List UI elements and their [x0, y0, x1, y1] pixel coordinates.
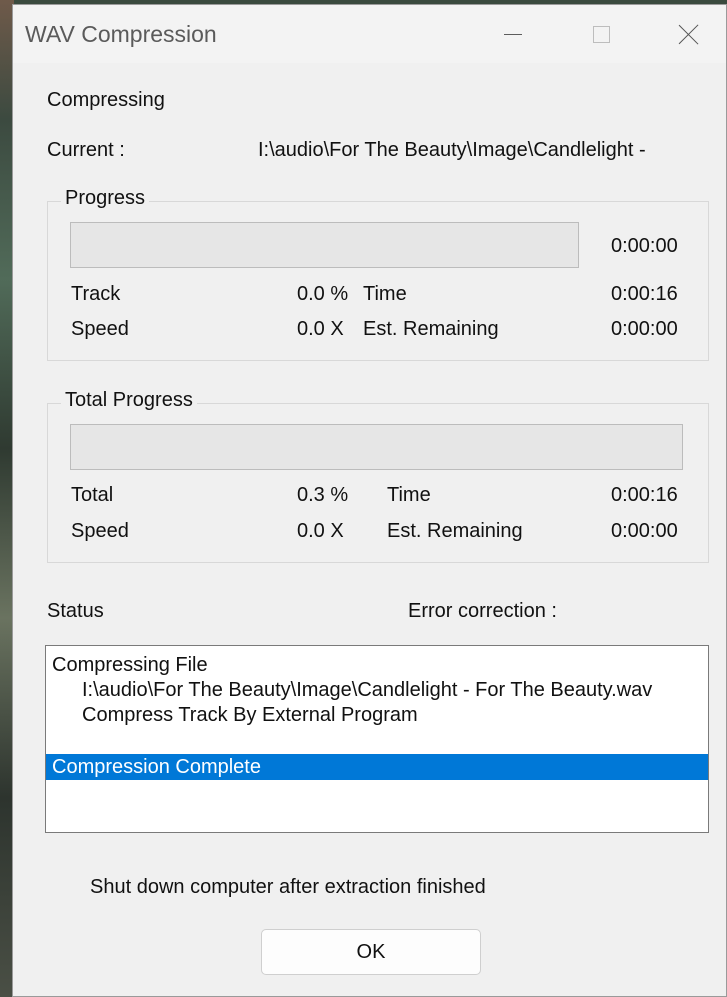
status-label: Status — [47, 600, 104, 622]
log-line-selected[interactable]: Compression Complete — [46, 754, 708, 780]
log-line[interactable]: Compress Track By External Program — [82, 702, 418, 728]
maximize-button[interactable] — [569, 5, 633, 63]
title-bar[interactable]: WAV Compression — [13, 5, 726, 63]
status-log-listbox[interactable]: Compressing File I:\audio\For The Beauty… — [45, 645, 709, 833]
track-speed-label: Speed — [71, 318, 129, 340]
maximize-icon — [592, 25, 610, 43]
total-percent: 0.3 % — [297, 484, 349, 506]
track-time-label: Time — [363, 283, 407, 305]
track-percent: 0.0 % — [297, 283, 349, 305]
compressing-label: Compressing — [47, 89, 165, 111]
track-bar-time: 0:00:00 — [611, 235, 678, 257]
track-speed-value: 0.0 X — [297, 318, 344, 340]
total-remaining-label: Est. Remaining — [387, 520, 523, 542]
error-correction-label: Error correction : — [408, 600, 557, 622]
wav-compression-dialog: WAV Compression Compressing Current : I:… — [12, 4, 727, 997]
close-button[interactable] — [657, 5, 721, 63]
track-time-value: 0:00:16 — [611, 283, 678, 305]
track-progress-bar — [70, 222, 579, 268]
total-progress-bar — [70, 424, 683, 470]
total-time-value: 0:00:16 — [611, 484, 678, 506]
track-remaining-label: Est. Remaining — [363, 318, 499, 340]
log-line[interactable]: Compressing File — [52, 652, 208, 678]
minimize-icon — [504, 33, 522, 35]
progress-group-title: Progress — [61, 187, 150, 210]
total-speed-label: Speed — [71, 520, 129, 542]
total-time-label: Time — [387, 484, 431, 506]
ok-button[interactable]: OK — [261, 929, 481, 975]
track-label: Track — [71, 283, 121, 305]
shutdown-option-label[interactable]: Shut down computer after extraction fini… — [90, 876, 486, 899]
total-progress-group-title: Total Progress — [61, 389, 197, 412]
total-speed-value: 0.0 X — [297, 520, 344, 542]
close-icon — [678, 23, 700, 45]
minimize-button[interactable] — [481, 5, 545, 63]
total-label: Total — [71, 484, 114, 506]
track-remaining-value: 0:00:00 — [611, 318, 678, 340]
window-title: WAV Compression — [25, 21, 217, 47]
current-label: Current : — [47, 139, 125, 161]
total-remaining-value: 0:00:00 — [611, 520, 678, 542]
log-line[interactable]: I:\audio\For The Beauty\Image\Candleligh… — [82, 677, 652, 703]
current-file-path: I:\audio\For The Beauty\Image\Candleligh… — [258, 139, 646, 161]
